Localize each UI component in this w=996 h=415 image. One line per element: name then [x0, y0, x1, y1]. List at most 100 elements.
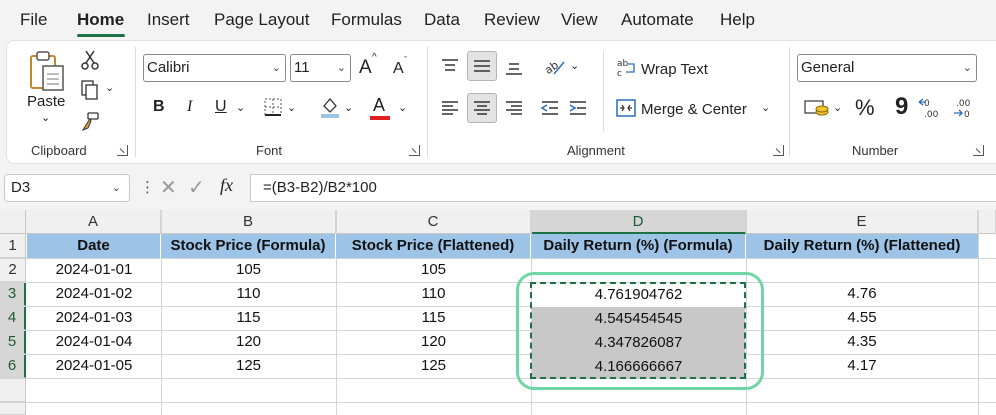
- tab-review[interactable]: Review: [484, 10, 540, 30]
- cell-b3[interactable]: 110: [161, 282, 336, 306]
- cell-c6[interactable]: 125: [336, 354, 531, 378]
- paste-label[interactable]: Paste: [27, 93, 65, 110]
- insert-function-button[interactable]: fx: [220, 175, 233, 196]
- cell-e4[interactable]: 4.55: [746, 306, 978, 330]
- cell-c5[interactable]: 120: [336, 330, 531, 354]
- cell-d6[interactable]: 4.166666667: [532, 355, 745, 379]
- tab-formulas[interactable]: Formulas: [331, 10, 402, 30]
- grow-font-button[interactable]: A: [359, 57, 372, 79]
- increase-indent-icon[interactable]: [567, 97, 589, 119]
- cell-c2[interactable]: 105: [336, 258, 531, 282]
- cell-a3[interactable]: 2024-01-02: [27, 282, 161, 306]
- borders-chevron-icon[interactable]: ⌄: [287, 101, 296, 114]
- cell-a6[interactable]: 2024-01-05: [27, 354, 161, 378]
- cut-icon[interactable]: [79, 49, 101, 71]
- cell-a2[interactable]: 2024-01-01: [27, 258, 161, 282]
- increase-decimal-icon[interactable]: 0.00: [917, 95, 943, 121]
- percent-style-button[interactable]: %: [855, 95, 875, 121]
- cell-b5[interactable]: 120: [161, 330, 336, 354]
- align-center-icon[interactable]: [467, 93, 497, 123]
- column-header-e[interactable]: E: [746, 210, 978, 234]
- decrease-indent-icon[interactable]: [539, 97, 561, 119]
- decrease-decimal-icon[interactable]: .00 0: [951, 95, 977, 121]
- cell-b4[interactable]: 115: [161, 306, 336, 330]
- font-size-select[interactable]: 11 ⌄: [290, 54, 351, 82]
- cell-a4[interactable]: 2024-01-03: [27, 306, 161, 330]
- cell-d3[interactable]: 4.761904762: [532, 283, 745, 307]
- row-header-6[interactable]: 6: [0, 354, 26, 378]
- row-header-2[interactable]: 2: [0, 258, 26, 282]
- orientation-icon[interactable]: ab: [543, 55, 567, 77]
- cell-d1[interactable]: Daily Return (%) (Formula): [531, 234, 746, 258]
- cell-a1[interactable]: Date: [27, 234, 161, 258]
- accounting-chevron-icon[interactable]: ⌄: [833, 101, 842, 114]
- underline-chevron-icon[interactable]: ⌄: [236, 101, 245, 114]
- tab-insert[interactable]: Insert: [147, 10, 190, 30]
- bold-button[interactable]: B: [153, 98, 165, 116]
- name-box[interactable]: D3 ⌄: [4, 174, 130, 202]
- format-painter-icon[interactable]: [79, 111, 101, 133]
- tab-automate[interactable]: Automate: [621, 10, 694, 30]
- row-header-1[interactable]: 1: [0, 234, 26, 258]
- paste-chevron-icon[interactable]: ⌄: [41, 111, 50, 124]
- row-header-4[interactable]: 4: [0, 306, 26, 330]
- cell-a5[interactable]: 2024-01-04: [27, 330, 161, 354]
- merge-center-icon[interactable]: [615, 97, 637, 119]
- fill-color-chevron-icon[interactable]: ⌄: [344, 101, 353, 114]
- cell-e2[interactable]: [746, 258, 978, 282]
- tab-help[interactable]: Help: [720, 10, 755, 30]
- tab-view[interactable]: View: [561, 10, 598, 30]
- merge-center-chevron-icon[interactable]: ⌄: [761, 101, 770, 114]
- font-color-button[interactable]: A: [373, 95, 385, 116]
- merge-center-button[interactable]: Merge & Center: [641, 101, 747, 118]
- shrink-font-button[interactable]: A: [393, 60, 404, 78]
- accounting-format-icon[interactable]: [803, 97, 831, 119]
- cell-b2[interactable]: 105: [161, 258, 336, 282]
- tab-home[interactable]: Home: [77, 10, 124, 30]
- bottom-align-icon[interactable]: [503, 57, 525, 79]
- wrap-text-button[interactable]: Wrap Text: [641, 61, 708, 78]
- cell-d4[interactable]: 4.545454545: [532, 307, 745, 331]
- cell-c1[interactable]: Stock Price (Flattened): [336, 234, 531, 258]
- copy-chevron-icon[interactable]: ⌄: [105, 81, 114, 94]
- cell-e3[interactable]: 4.76: [746, 282, 978, 306]
- paste-icon[interactable]: [27, 49, 67, 93]
- row-header-5[interactable]: 5: [0, 330, 26, 354]
- cell-c4[interactable]: 115: [336, 306, 531, 330]
- cell-d5[interactable]: 4.347826087: [532, 331, 745, 355]
- column-header-f[interactable]: [978, 210, 996, 234]
- copy-icon[interactable]: [79, 79, 101, 101]
- wrap-text-icon[interactable]: ab c: [615, 57, 637, 79]
- cell-e6[interactable]: 4.17: [746, 354, 978, 378]
- number-launcher-icon[interactable]: [973, 145, 984, 156]
- font-launcher-icon[interactable]: [409, 145, 420, 156]
- row-header-7[interactable]: [0, 378, 26, 402]
- number-format-select[interactable]: General ⌄: [797, 54, 977, 82]
- cell-b1[interactable]: Stock Price (Formula): [161, 234, 336, 258]
- align-left-icon[interactable]: [439, 97, 461, 119]
- row-header-3[interactable]: 3: [0, 282, 26, 306]
- column-header-b[interactable]: B: [161, 210, 336, 234]
- tab-file[interactable]: File: [20, 10, 47, 30]
- cell-d2[interactable]: [531, 258, 746, 282]
- cancel-icon[interactable]: ✕: [160, 175, 177, 200]
- clipboard-launcher-icon[interactable]: [117, 145, 128, 156]
- font-color-chevron-icon[interactable]: ⌄: [398, 101, 407, 114]
- cell-b6[interactable]: 125: [161, 354, 336, 378]
- select-all-corner[interactable]: [0, 210, 26, 234]
- fill-color-icon[interactable]: [319, 95, 341, 119]
- italic-button[interactable]: I: [187, 98, 192, 116]
- top-align-icon[interactable]: [439, 55, 461, 77]
- column-header-a[interactable]: A: [26, 210, 161, 234]
- formula-input[interactable]: =(B3-B2)/B2*100: [250, 174, 996, 202]
- column-header-d[interactable]: D: [531, 210, 746, 234]
- underline-button[interactable]: U: [215, 98, 227, 116]
- cell-e5[interactable]: 4.35: [746, 330, 978, 354]
- align-right-icon[interactable]: [503, 97, 525, 119]
- borders-icon[interactable]: [263, 97, 283, 117]
- tab-page-layout[interactable]: Page Layout: [214, 10, 309, 30]
- row-header-8[interactable]: [0, 402, 26, 415]
- column-header-c[interactable]: C: [336, 210, 531, 234]
- alignment-launcher-icon[interactable]: [773, 145, 784, 156]
- cell-e1[interactable]: Daily Return (%) (Flattened): [746, 234, 978, 258]
